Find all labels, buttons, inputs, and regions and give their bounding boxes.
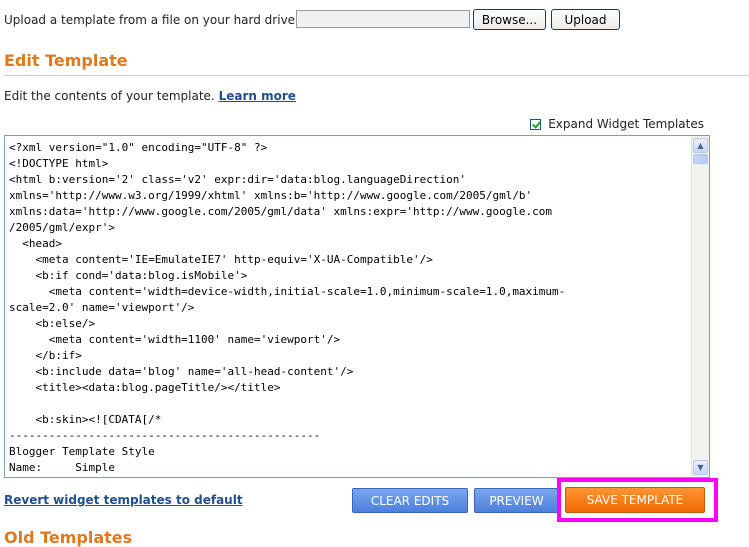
file-path-input[interactable] <box>296 10 470 28</box>
editor-scrollbar[interactable]: ▲ ▼ <box>691 136 709 477</box>
edit-description: Edit the contents of your template. Lear… <box>4 89 296 103</box>
expand-widget-templates[interactable]: Expand Widget Templates <box>530 117 704 131</box>
save-template-button[interactable]: SAVE TEMPLATE <box>565 487 705 513</box>
template-code[interactable]: <?xml version="1.0" encoding="UTF-8" ?> … <box>9 140 687 476</box>
scroll-down-icon[interactable]: ▼ <box>693 460 708 475</box>
scroll-thumb[interactable] <box>693 154 708 164</box>
template-editor[interactable]: <?xml version="1.0" encoding="UTF-8" ?> … <box>4 135 710 478</box>
upload-label: Upload a template from a file on your ha… <box>4 13 300 27</box>
section-divider <box>4 75 749 76</box>
upload-button[interactable]: Upload <box>551 9 620 30</box>
expand-widget-checkbox[interactable] <box>530 118 542 130</box>
revert-widget-templates-link[interactable]: Revert widget templates to default <box>4 493 243 507</box>
upload-row: Upload a template from a file on your ha… <box>4 10 299 30</box>
edit-template-title: Edit Template <box>4 51 128 70</box>
scroll-up-icon[interactable]: ▲ <box>693 138 708 153</box>
expand-widget-label: Expand Widget Templates <box>548 117 704 131</box>
learn-more-link[interactable]: Learn more <box>219 89 296 103</box>
preview-button[interactable]: PREVIEW <box>474 488 559 513</box>
edit-description-text: Edit the contents of your template. <box>4 89 215 103</box>
browse-button[interactable]: Browse... <box>473 9 546 30</box>
clear-edits-button[interactable]: CLEAR EDITS <box>352 488 468 513</box>
